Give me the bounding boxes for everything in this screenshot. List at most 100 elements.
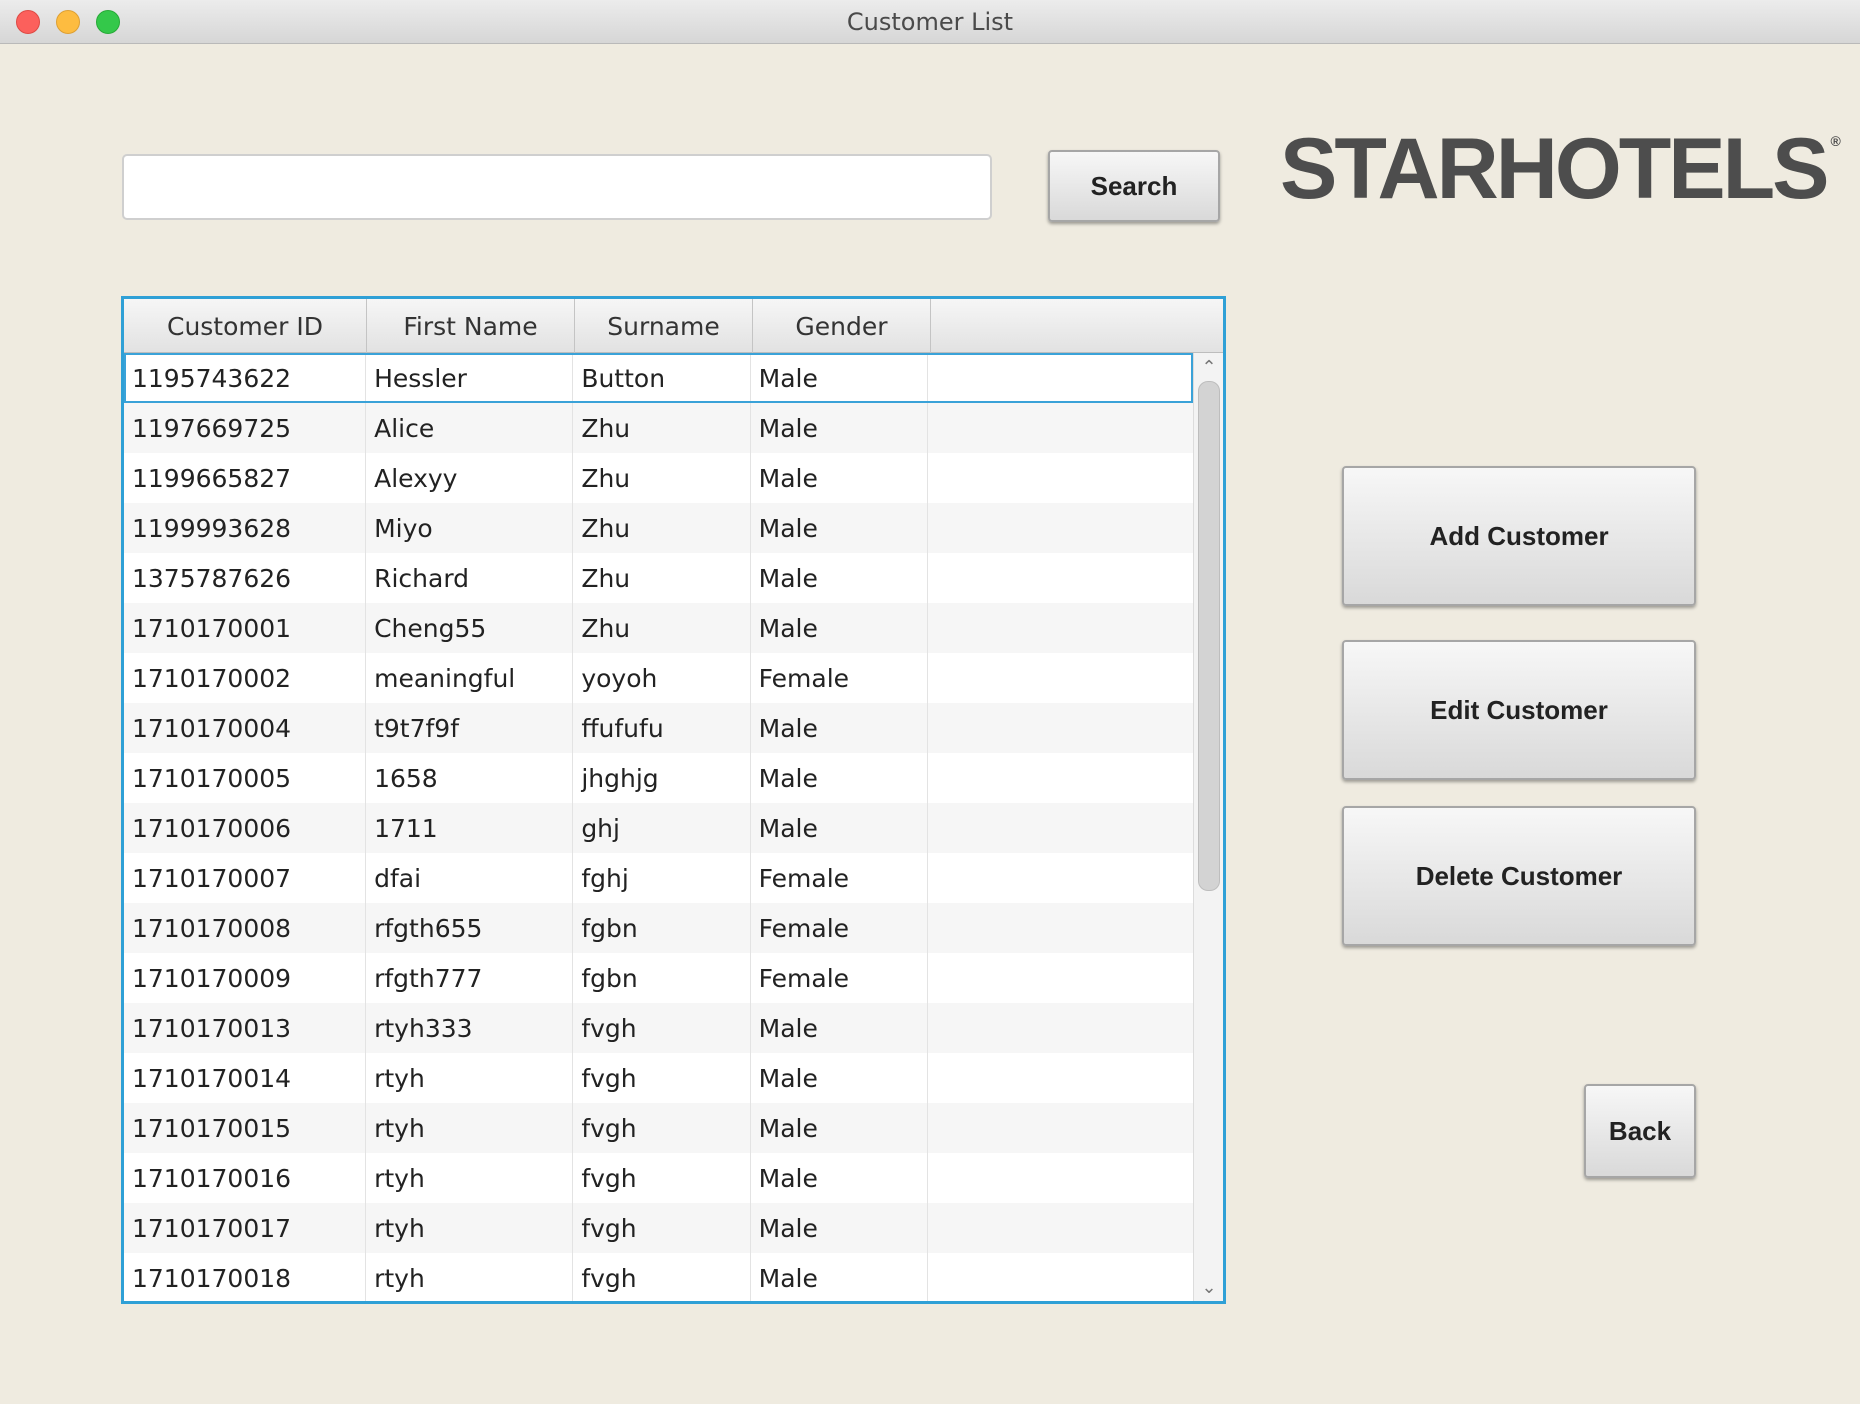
chevron-up-icon[interactable]: ⌃ xyxy=(1194,355,1223,379)
table-cell xyxy=(928,503,1193,553)
table-row[interactable]: 1710170004 t9t7f9f ffufufu Male xyxy=(124,703,1193,753)
table-cell xyxy=(928,853,1193,903)
table-cell: 1710170002 xyxy=(124,653,367,703)
column-header[interactable] xyxy=(931,299,1197,353)
table-cell: rfgth655 xyxy=(366,903,574,953)
back-button[interactable]: Back xyxy=(1584,1084,1696,1178)
table-row[interactable]: 1710170005 1658 jhghjg Male xyxy=(124,753,1193,803)
table-cell xyxy=(928,753,1193,803)
table-cell: Male xyxy=(751,1003,928,1053)
table-cell xyxy=(928,1153,1193,1203)
table-cell xyxy=(928,403,1193,453)
table-cell: Zhu xyxy=(573,453,751,503)
table-cell xyxy=(928,1003,1193,1053)
table-cell xyxy=(928,1103,1193,1153)
table-cell: rtyh333 xyxy=(366,1003,574,1053)
column-header[interactable]: Surname xyxy=(575,299,753,353)
table-row[interactable]: 1710170015 rtyh fvgh Male xyxy=(124,1103,1193,1153)
table-cell: Male xyxy=(751,403,928,453)
table-cell: Zhu xyxy=(573,603,751,653)
table-cell: Female xyxy=(751,903,928,953)
table-cell: fvgh xyxy=(573,1153,751,1203)
column-header[interactable]: First Name xyxy=(367,299,575,353)
table-cell: Zhu xyxy=(573,403,751,453)
table-row[interactable]: 1710170006 1711 ghj Male xyxy=(124,803,1193,853)
delete-customer-button[interactable]: Delete Customer xyxy=(1342,806,1696,946)
table-cell: Male xyxy=(751,1253,928,1301)
table-row[interactable]: 1710170007 dfai fghj Female xyxy=(124,853,1193,903)
table-cell: Button xyxy=(573,353,751,403)
table-cell: fgbn xyxy=(573,953,751,1003)
title-bar: Customer List xyxy=(0,0,1860,44)
table-row[interactable]: 1199665827 Alexyy Zhu Male xyxy=(124,453,1193,503)
table-cell: Alice xyxy=(366,403,574,453)
table-cell: Female xyxy=(751,653,928,703)
table-row[interactable]: 1710170013 rtyh333 fvgh Male xyxy=(124,1003,1193,1053)
table-cell: ffufufu xyxy=(573,703,751,753)
table-row[interactable]: 1710170009 rfgth777 fgbn Female xyxy=(124,953,1193,1003)
add-customer-button[interactable]: Add Customer xyxy=(1342,466,1696,606)
table-cell: 1710170015 xyxy=(124,1103,367,1153)
table-cell: fvgh xyxy=(573,1253,751,1301)
table-cell: 1710170008 xyxy=(124,903,367,953)
table-row[interactable]: 1710170008 rfgth655 fgbn Female xyxy=(124,903,1193,953)
table-row[interactable]: 1197669725 Alice Zhu Male xyxy=(124,403,1193,453)
scrollbar-thumb[interactable] xyxy=(1198,381,1220,891)
table-cell: 1710170013 xyxy=(124,1003,367,1053)
table-cell: t9t7f9f xyxy=(366,703,574,753)
search-button[interactable]: Search xyxy=(1048,150,1220,222)
registered-mark: ® xyxy=(1830,133,1841,149)
table-cell xyxy=(928,603,1193,653)
table-cell: fvgh xyxy=(573,1053,751,1103)
table-cell: Male xyxy=(751,1203,928,1253)
table-cell: rtyh xyxy=(366,1153,574,1203)
table-cell: meaningful xyxy=(366,653,574,703)
table-cell: Male xyxy=(751,353,928,403)
table-cell: Cheng55 xyxy=(366,603,574,653)
table-cell: yoyoh xyxy=(573,653,751,703)
table-cell xyxy=(928,1203,1193,1253)
table-cell: 1710170001 xyxy=(124,603,367,653)
table-cell: 1197669725 xyxy=(124,403,367,453)
table-header: Customer ID First Name Surname Gender xyxy=(124,299,1223,353)
table-row[interactable]: 1710170014 rtyh fvgh Male xyxy=(124,1053,1193,1103)
table-cell: Female xyxy=(751,853,928,903)
column-header[interactable]: Customer ID xyxy=(124,299,367,353)
chevron-down-icon[interactable]: ⌄ xyxy=(1194,1275,1223,1299)
window-title: Customer List xyxy=(846,8,1014,36)
table-cell: 1710170006 xyxy=(124,803,367,853)
table-cell: Male xyxy=(751,1153,928,1203)
table-row[interactable]: 1710170018 rtyh fvgh Male xyxy=(124,1253,1193,1301)
table-cell: Zhu xyxy=(573,553,751,603)
customer-table[interactable]: Customer ID First Name Surname Gender 11957… xyxy=(121,296,1226,1304)
table-cell: 1710170009 xyxy=(124,953,367,1003)
table-cell: 1710170007 xyxy=(124,853,367,903)
table-cell: 1710170014 xyxy=(124,1053,367,1103)
table-cell: fvgh xyxy=(573,1003,751,1053)
table-row[interactable]: 1710170001 Cheng55 Zhu Male xyxy=(124,603,1193,653)
table-cell: fghj xyxy=(573,853,751,903)
table-cell: Miyo xyxy=(366,503,574,553)
vertical-scrollbar[interactable]: ⌃ ⌄ xyxy=(1193,353,1223,1301)
table-cell xyxy=(928,653,1193,703)
column-header[interactable]: Gender xyxy=(753,299,931,353)
table-cell: jhghjg xyxy=(573,753,751,803)
table-row[interactable]: 1199993628 Miyo Zhu Male xyxy=(124,503,1193,553)
table-cell xyxy=(928,453,1193,503)
table-row[interactable]: 1195743622 Hessler Button Male xyxy=(124,353,1193,403)
table-cell: Female xyxy=(751,953,928,1003)
table-cell xyxy=(928,703,1193,753)
edit-customer-button[interactable]: Edit Customer xyxy=(1342,640,1696,780)
logo-text: STARHOTELS xyxy=(1280,121,1830,217)
table-row[interactable]: 1710170016 rtyh fvgh Male xyxy=(124,1153,1193,1203)
table-cell: Alexyy xyxy=(366,453,574,503)
table-body[interactable]: 1195743622 Hessler Button Male 1197669725 Ali… xyxy=(124,353,1193,1301)
starhotels-logo: STARHOTELS ® xyxy=(1280,126,1841,212)
table-cell: 1710170016 xyxy=(124,1153,367,1203)
table-row[interactable]: 1375787626 Richard Zhu Male xyxy=(124,553,1193,603)
table-row[interactable]: 1710170017 rtyh fvgh Male xyxy=(124,1203,1193,1253)
table-cell: 1710170005 xyxy=(124,753,367,803)
table-row[interactable]: 1710170002 meaningful yoyoh Female xyxy=(124,653,1193,703)
search-input[interactable] xyxy=(122,154,992,220)
table-cell xyxy=(928,903,1193,953)
